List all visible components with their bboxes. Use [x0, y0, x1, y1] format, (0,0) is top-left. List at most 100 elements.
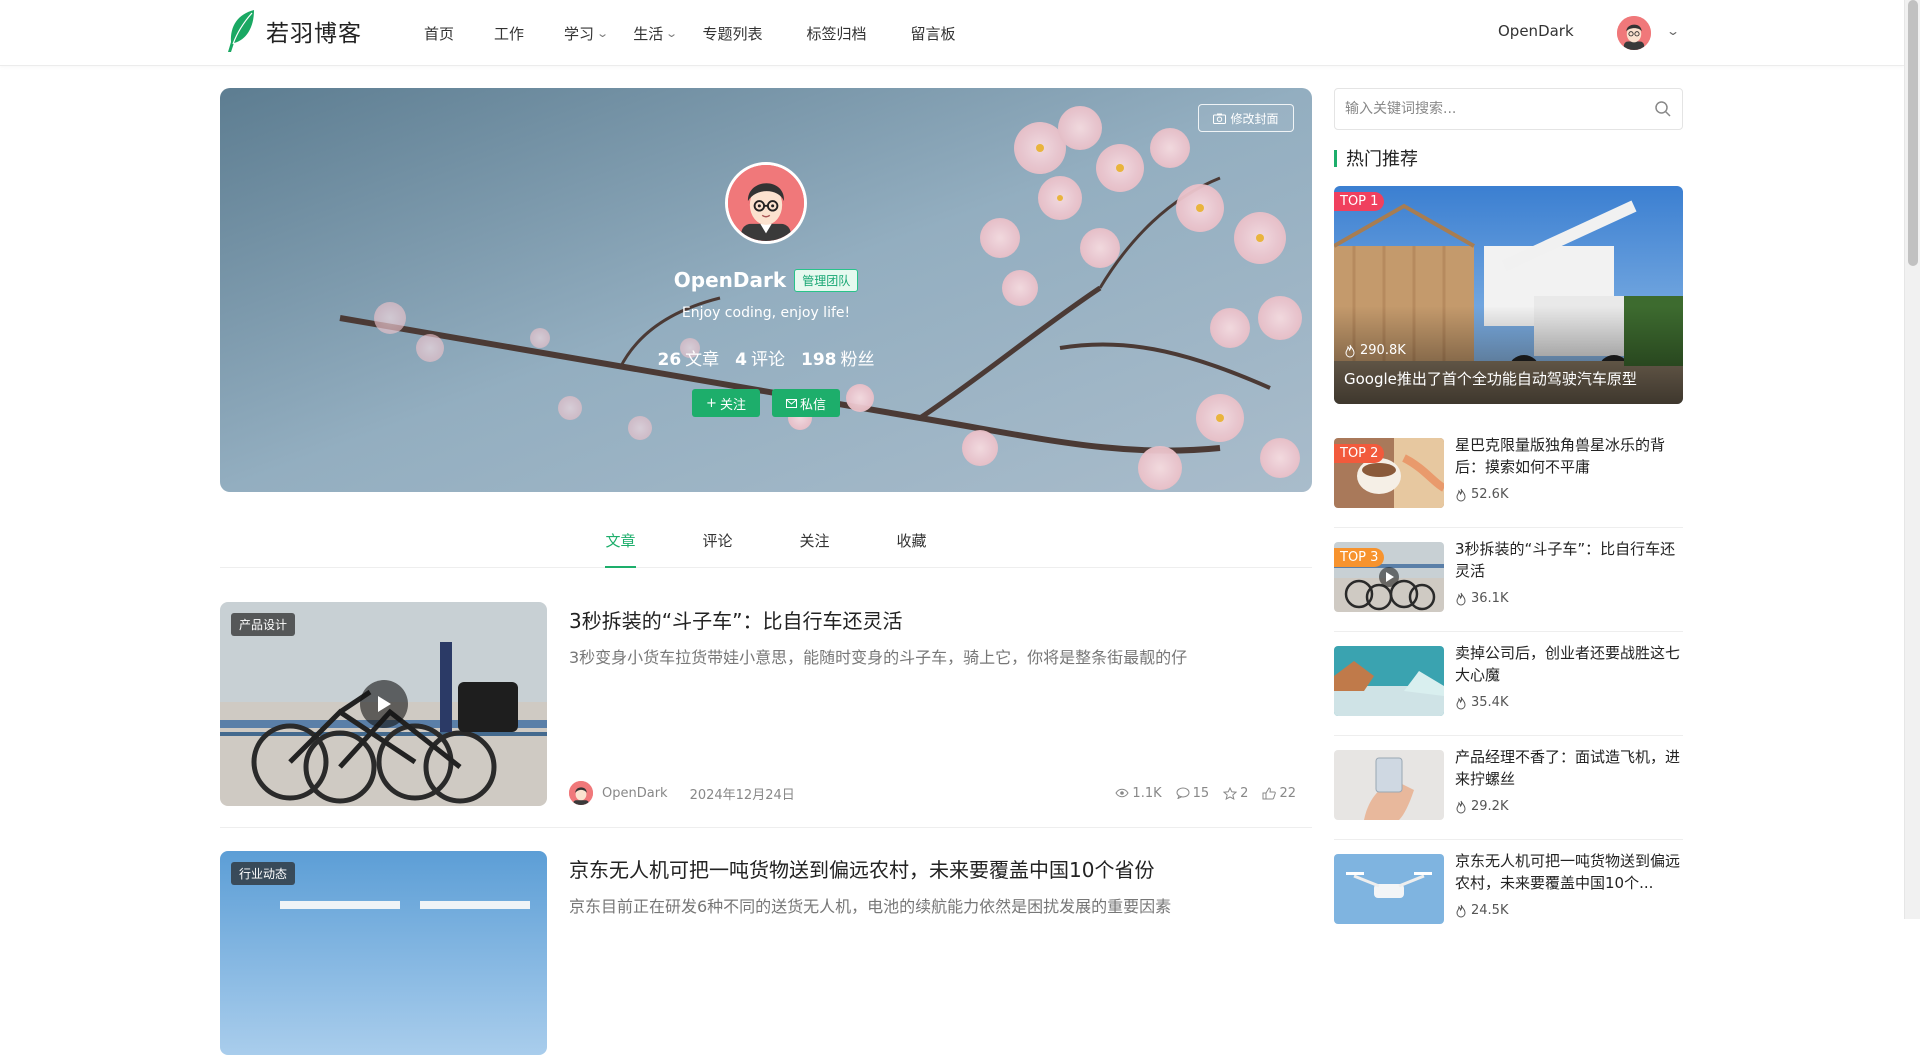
- flame-icon: [1345, 344, 1355, 357]
- views-count: 1.1K: [1132, 785, 1162, 801]
- hot-item-title[interactable]: 卖掉公司后，创业者还要战胜这七大心魔: [1455, 642, 1680, 686]
- author-name[interactable]: OpenDark: [602, 786, 668, 801]
- article-thumbnail[interactable]: 行业动态: [220, 851, 547, 1055]
- article-thumbnail[interactable]: 产品设计: [220, 602, 547, 806]
- nav-item-study[interactable]: 学习 ⌄: [564, 23, 610, 44]
- divider: [1334, 527, 1683, 528]
- profile-avatar[interactable]: [725, 162, 807, 244]
- comments-counter[interactable]: 15: [1176, 785, 1210, 801]
- favorites-count: 2: [1240, 785, 1249, 801]
- hot-item[interactable]: TOP 2 星巴克限量版独角兽星冰乐的背后：摸索如何不平庸 52.6K: [1334, 431, 1683, 531]
- stat-fans[interactable]: 198 粉丝: [801, 345, 875, 370]
- likes-count: 22: [1279, 785, 1296, 801]
- header-user-name[interactable]: OpenDark: [1498, 22, 1574, 40]
- hot-item-thumbnail[interactable]: [1334, 854, 1444, 924]
- favorites-counter[interactable]: 2: [1223, 786, 1248, 801]
- views-counter: 35.4K: [1455, 695, 1508, 710]
- views-count: 24.5K: [1471, 903, 1509, 918]
- avatar-face-icon: [569, 781, 593, 805]
- nav-label: 工作: [494, 24, 525, 43]
- stat-value: 26: [657, 350, 682, 370]
- tab-comments[interactable]: 评论: [669, 510, 766, 567]
- hot-item[interactable]: 京东无人机可把一吨货物送到偏远农村，未来要覆盖中国10个... 24.5K: [1334, 847, 1683, 947]
- profile-name: OpenDark: [673, 268, 787, 292]
- camera-icon: [1213, 113, 1227, 124]
- views-counter: 24.5K: [1455, 903, 1508, 918]
- nav-item-work[interactable]: 工作: [494, 23, 524, 44]
- flame-icon: [1456, 800, 1466, 813]
- category-tag[interactable]: 产品设计: [231, 613, 296, 636]
- publish-date: 2024年12月24日: [689, 787, 795, 803]
- hot-item-title[interactable]: 产品经理不香了：面试造飞机，进来拧螺丝: [1455, 746, 1680, 790]
- category-tag[interactable]: 行业动态: [231, 862, 296, 885]
- tab-articles[interactable]: 文章: [572, 510, 669, 568]
- article-title[interactable]: 3秒拆装的“斗子车”：比自行车还灵活: [569, 605, 902, 634]
- drone-photo-image: [1334, 854, 1444, 924]
- hot-item-thumbnail[interactable]: [1334, 750, 1444, 820]
- avatar-face-icon: [1617, 16, 1651, 50]
- views-count: 290.8K: [1360, 343, 1406, 358]
- article-desc: 3秒变身小货车拉货带娃小意思，能随时变身的斗子车，骑上它，你将是整条街最靓的仔: [569, 648, 1188, 667]
- nav-item-topics[interactable]: 专题列表: [703, 23, 763, 44]
- divider: [1334, 631, 1683, 632]
- follow-label: 关注: [719, 397, 746, 413]
- hot-item-top1[interactable]: TOP 1 290.8K Google推出了首个全功能自动驾驶汽车原型: [1334, 186, 1683, 404]
- divider: [1334, 735, 1683, 736]
- site-name: 若羽博客: [266, 21, 362, 47]
- edit-cover-button[interactable]: 修改封面: [1198, 104, 1294, 132]
- top-navbar: 若羽博客 首页 工作 学习 ⌄ 生活 ⌄ 专题列表 标签归档 留言板 OpenDar…: [0, 0, 1904, 66]
- thumbs-up-icon: [1262, 786, 1277, 799]
- play-icon[interactable]: [360, 680, 408, 728]
- hot-item[interactable]: 卖掉公司后，创业者还要战胜这七大心魔 35.4K: [1334, 639, 1683, 739]
- hot-item-title[interactable]: 星巴克限量版独角兽星冰乐的背后：摸索如何不平庸: [1455, 434, 1680, 478]
- message-button[interactable]: 私信: [771, 389, 840, 417]
- flame-icon: [1456, 904, 1466, 917]
- divider: [1334, 839, 1683, 840]
- hot-item-title[interactable]: 3秒拆装的“斗子车”：比自行车还灵活: [1455, 538, 1680, 582]
- accent-bar: [1334, 149, 1337, 167]
- page-scrollbar[interactable]: [1904, 0, 1920, 919]
- main-nav: 首页 工作 学习 ⌄ 生活 ⌄ 专题列表 标签归档 留言板: [424, 0, 996, 66]
- site-logo[interactable]: 若羽博客: [224, 8, 362, 54]
- article-desc: 京东目前正在研发6种不同的送货无人机，电池的续航能力依然是困扰发展的重要因素: [569, 897, 1172, 916]
- nav-label: 留言板: [910, 24, 956, 43]
- nav-item-life[interactable]: 生活 ⌄: [633, 23, 678, 44]
- hot-item-thumbnail[interactable]: [1334, 646, 1444, 716]
- nav-label: 首页: [424, 24, 455, 43]
- profile-bio: Enjoy coding, enjoy life!: [681, 305, 851, 321]
- hot-item[interactable]: 产品经理不香了：面试造飞机，进来拧螺丝 29.2K: [1334, 743, 1683, 843]
- author-avatar[interactable]: [569, 781, 593, 805]
- scrollbar-thumb[interactable]: [1908, 0, 1918, 266]
- stat-value: 4: [735, 350, 747, 370]
- nav-label: 学习: [564, 24, 595, 43]
- hot-item-title[interactable]: 京东无人机可把一吨货物送到偏远农村，未来要覆盖中国10个...: [1455, 850, 1680, 894]
- stat-comments[interactable]: 4 评论: [735, 345, 785, 370]
- search-input[interactable]: [1335, 89, 1625, 129]
- hot-item-title[interactable]: Google推出了首个全功能自动驾驶汽车原型: [1344, 368, 1637, 389]
- chevron-down-icon[interactable]: ⌄: [1666, 24, 1680, 38]
- stat-value: 198: [801, 350, 837, 370]
- profile-actions: + 关注 私信: [220, 389, 1312, 417]
- comments-count: 15: [1192, 785, 1210, 801]
- hot-item[interactable]: TOP 3 3秒拆装的“斗子车”：比自行车还灵活 36.1K: [1334, 535, 1683, 635]
- follow-button[interactable]: + 关注: [692, 389, 760, 417]
- rank-tag: TOP 3: [1334, 548, 1385, 567]
- nav-item-guestbook[interactable]: 留言板: [911, 23, 956, 44]
- message-label: 私信: [799, 397, 826, 413]
- hand-phone-photo-image: [1334, 750, 1444, 820]
- flame-icon: [1456, 488, 1466, 501]
- tab-following[interactable]: 关注: [766, 510, 863, 567]
- likes-counter[interactable]: 22: [1262, 786, 1296, 801]
- tab-favorites[interactable]: 收藏: [863, 510, 960, 567]
- nav-item-tags[interactable]: 标签归档: [807, 23, 867, 44]
- stat-label: 文章: [685, 350, 720, 370]
- stat-articles[interactable]: 26 文章: [657, 345, 719, 370]
- article-title[interactable]: 京东无人机可把一吨货物送到偏远农村，未来要覆盖中国10个省份: [569, 854, 1154, 883]
- mail-icon: [785, 398, 797, 408]
- search-icon[interactable]: [1654, 100, 1672, 118]
- nav-item-home[interactable]: 首页: [424, 23, 454, 44]
- chevron-down-icon: ⌄: [596, 26, 610, 40]
- views-counter: 52.6K: [1455, 487, 1508, 502]
- header-avatar[interactable]: [1617, 16, 1651, 50]
- flame-icon: [1456, 592, 1466, 605]
